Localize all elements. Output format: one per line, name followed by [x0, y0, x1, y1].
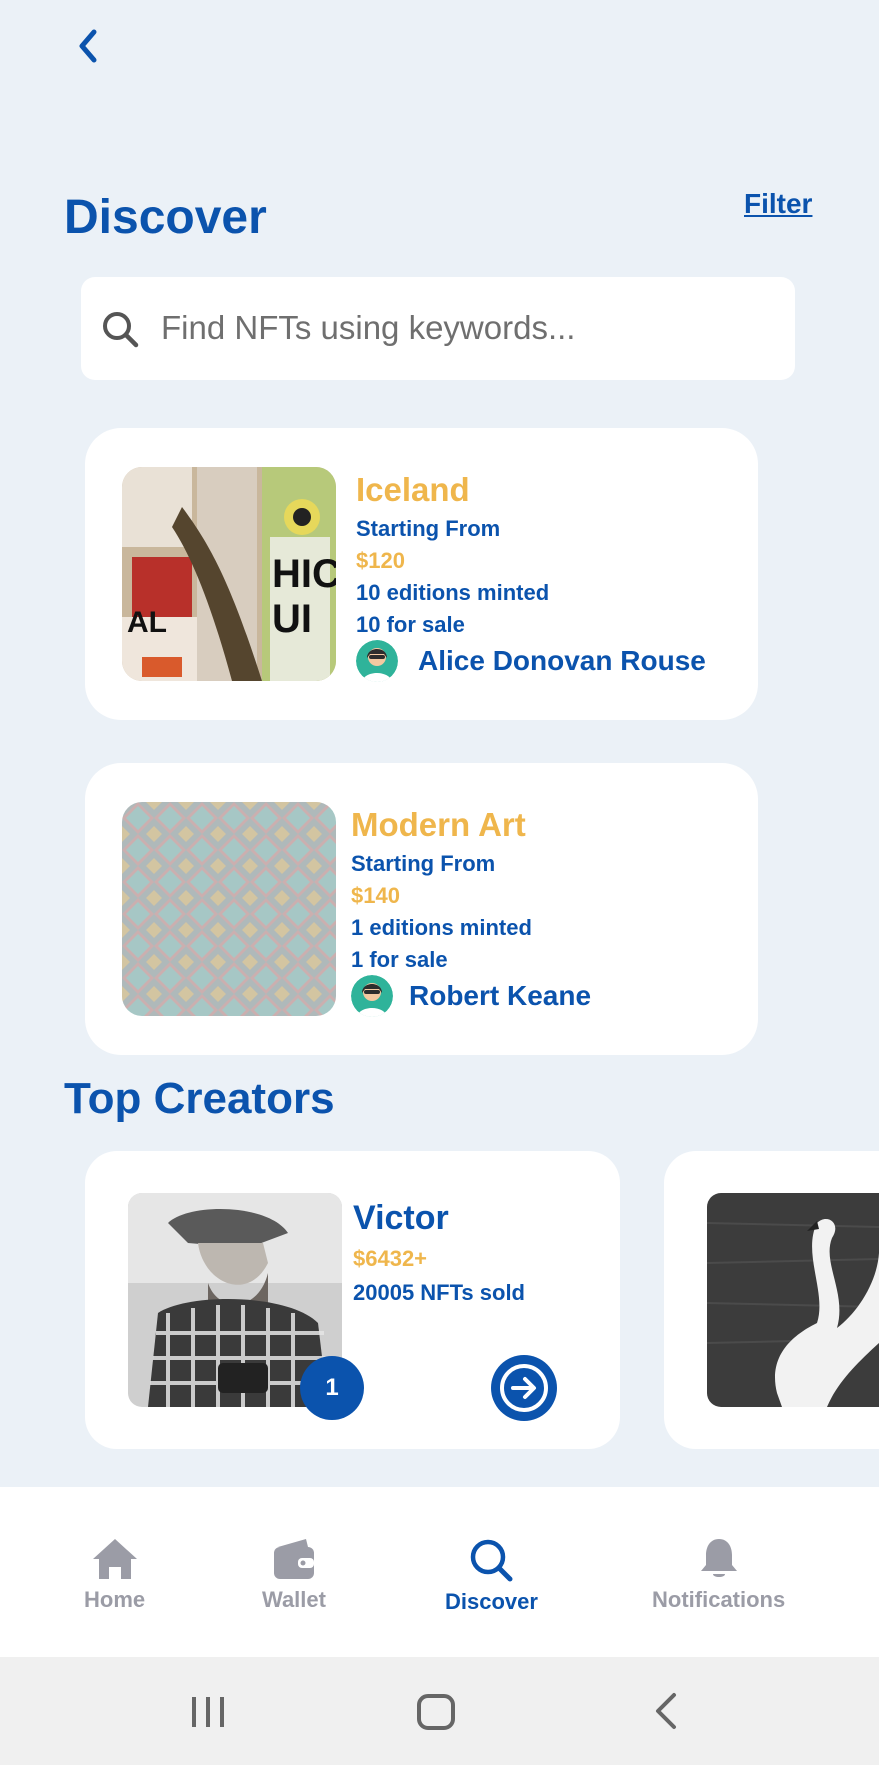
svg-text:UI: UI: [272, 597, 312, 641]
search-icon: [103, 312, 139, 348]
nft-name: Iceland: [356, 471, 470, 508]
nft-thumbnail: [122, 802, 336, 1016]
nav-label: Wallet: [262, 1587, 326, 1612]
nft-thumbnail: HIC UI AL: [122, 467, 336, 681]
starting-from-label: Starting From: [351, 850, 496, 876]
back-button[interactable]: [68, 26, 108, 66]
creator-card[interactable]: [664, 1151, 879, 1449]
search-icon: [471, 1539, 513, 1582]
nav-label: Home: [84, 1587, 146, 1612]
page-title: Discover: [64, 191, 267, 244]
section-title-top-creators: Top Creators: [64, 1074, 335, 1123]
home-button-icon[interactable]: [416, 1687, 456, 1735]
creator-name: Alice Donovan Rouse: [418, 644, 706, 676]
filter-link[interactable]: Filter: [744, 188, 812, 220]
for-sale-count: 10 for sale: [356, 611, 465, 637]
svg-text:HIC: HIC: [272, 552, 336, 596]
rank-badge: 1: [300, 1356, 364, 1420]
avatar: [351, 974, 393, 1017]
wallet-icon: [273, 1539, 314, 1579]
nav-notifications[interactable]: Notifications: [652, 1537, 785, 1613]
nav-home[interactable]: Home: [84, 1537, 145, 1613]
creator-row[interactable]: Alice Donovan Rouse: [356, 639, 706, 682]
creator-name: Robert Keane: [409, 979, 592, 1011]
creator-card[interactable]: 1 Victor $6432+ 20005 NFTs sold: [85, 1151, 620, 1449]
recent-apps-icon[interactable]: [190, 1687, 226, 1735]
nav-wallet[interactable]: Wallet: [262, 1537, 326, 1613]
creator-sales: $6432+: [353, 1246, 428, 1271]
svg-text:AL: AL: [127, 606, 167, 639]
nft-name: Modern Art: [351, 806, 526, 843]
search-bar[interactable]: [81, 277, 795, 380]
nft-price: $140: [351, 882, 400, 908]
editions-minted: 1 editions minted: [351, 914, 532, 940]
creator-photo: [707, 1193, 879, 1407]
home-icon: [92, 1539, 137, 1579]
starting-from-label: Starting From: [356, 515, 501, 541]
creator-row[interactable]: Robert Keane: [351, 974, 592, 1017]
nft-price: $120: [356, 547, 405, 573]
nav-label: Discover: [445, 1589, 538, 1614]
for-sale-count: 1 for sale: [351, 946, 448, 972]
nft-card[interactable]: Modern Art Starting From $140 1 editions…: [85, 763, 758, 1055]
search-input[interactable]: [161, 302, 771, 354]
chevron-left-icon: [79, 29, 97, 63]
nft-card[interactable]: HIC UI AL Iceland Starting From $120 10 …: [85, 428, 758, 720]
bottom-navigation: Home Wallet Discover Notifications: [0, 1487, 879, 1657]
back-nav-icon[interactable]: [652, 1687, 682, 1735]
bell-icon: [700, 1539, 737, 1577]
creator-name: Victor: [353, 1199, 449, 1237]
arrow-right-circle-icon[interactable]: [491, 1355, 557, 1421]
avatar: [356, 639, 398, 682]
creator-sold-count: 20005 NFTs sold: [353, 1280, 525, 1305]
nav-label: Notifications: [652, 1587, 786, 1612]
editions-minted: 10 editions minted: [356, 579, 550, 605]
nav-discover[interactable]: Discover: [445, 1537, 538, 1615]
system-navigation-bar: [0, 1657, 879, 1765]
